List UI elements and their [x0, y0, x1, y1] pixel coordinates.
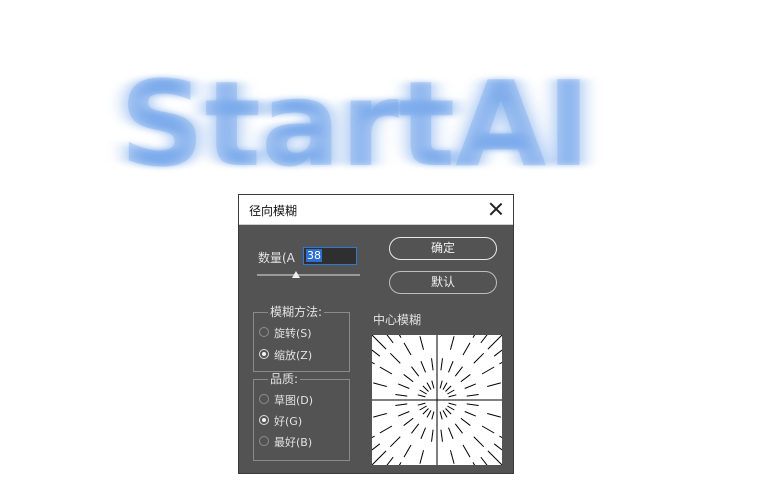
- blur-center-pattern: [372, 335, 502, 465]
- radial-blur-dialog: 径向模糊 数量(A 38 确定 默认 模糊方法: 旋转(S) 缩放(Z) 品质:…: [238, 194, 514, 474]
- radio-draft-label: 草图(D): [274, 394, 314, 407]
- ok-button[interactable]: 确定: [389, 237, 497, 260]
- logo-text-ghost: StartAI: [120, 55, 591, 190]
- amount-input[interactable]: 38: [303, 247, 357, 265]
- radio-spin-indicator[interactable]: [259, 327, 269, 337]
- radio-spin-label: 旋转(S): [274, 327, 312, 340]
- radio-best-indicator[interactable]: [259, 436, 269, 446]
- blurred-logo-image: StartAI StartAI: [0, 40, 760, 190]
- amount-slider-track[interactable]: [257, 274, 360, 276]
- dialog-titlebar[interactable]: 径向模糊: [239, 195, 513, 225]
- blur-method-group: 模糊方法: 旋转(S) 缩放(Z): [253, 305, 350, 372]
- radio-good-indicator[interactable]: [259, 415, 269, 425]
- radio-good-label: 好(G): [274, 415, 303, 428]
- close-icon[interactable]: [487, 200, 505, 218]
- blur-method-legend: 模糊方法:: [268, 305, 325, 319]
- radio-zoom-label: 缩放(Z): [274, 349, 313, 362]
- radio-draft-indicator[interactable]: [259, 394, 269, 404]
- dialog-title: 径向模糊: [249, 204, 298, 218]
- default-button[interactable]: 默认: [389, 271, 497, 294]
- amount-value: 38: [306, 249, 322, 262]
- quality-group: 品质: 草图(D) 好(G) 最好(B): [253, 372, 350, 461]
- radio-zoom-indicator[interactable]: [259, 349, 269, 359]
- amount-label: 数量(A: [258, 251, 295, 265]
- quality-legend: 品质:: [268, 372, 301, 386]
- amount-slider-thumb[interactable]: [292, 271, 301, 278]
- radio-best-label: 最好(B): [274, 436, 313, 449]
- blur-center-preview[interactable]: [372, 335, 502, 465]
- blur-center-label: 中心模糊: [373, 313, 422, 327]
